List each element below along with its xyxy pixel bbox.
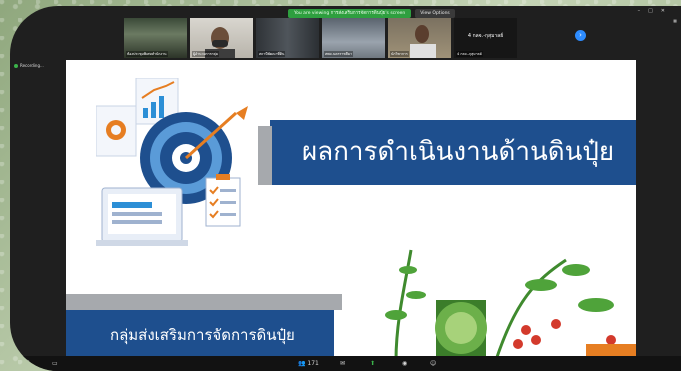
recording-label: Recording... [20,63,44,68]
participant-name-large: 4 กลจ.-กุสุมาลย์ [467,33,504,39]
participant-tile[interactable]: ห้องประชุมพิเศษสำนักงาน [124,18,187,58]
slide-title: ผลการดำเนินงานด้านดินปุ๋ย [302,137,615,167]
participant-name: นักวิชาการ [390,51,409,57]
title-banner-shadow [258,126,272,185]
participant-name: สพด.นครราชสีมา [324,51,354,57]
zoom-window: You are viewing การส่งเสริมการจัดการดินป… [10,6,681,371]
participant-tile[interactable]: นักวิชาการ [388,18,451,58]
gallery-view-button[interactable]: ▦ [673,18,677,23]
target-illustration-icon [96,78,248,246]
participants-count: 171 [307,360,319,367]
recording-indicator: Recording... [14,63,44,68]
viewing-indicator: You are viewing การส่งเสริมการจัดการดินป… [288,9,412,18]
video-camera-icon[interactable]: ▭ [52,360,58,367]
participants-icon: 👥 [298,360,306,367]
screen-share-banner: You are viewing การส่งเสริมการจัดการดินป… [288,9,455,18]
maximize-icon[interactable]: □ [648,8,653,14]
participant-name: 4 กลจ.-กุสุมาลย์ [456,51,483,57]
participants-button[interactable]: 👥 171 [298,360,319,367]
close-icon[interactable]: ✕ [661,8,665,14]
subtitle-banner-shadow [66,294,342,310]
participant-tile[interactable]: 4 กลจ.-กุสุมาลย์ 4 กลจ.-กุสุมาลย์ [454,18,517,58]
minimize-icon[interactable]: – [638,8,641,14]
microphone-icon[interactable]: 🎙 [24,360,32,367]
window-controls: – □ ✕ [638,8,665,14]
participant-name: สถานีพัฒนาที่ดิน [258,51,286,57]
slide-subtitle-banner: กลุ่มส่งเสริมการจัดการดินปุ๋ย [66,310,334,360]
chat-icon[interactable]: ✉ [340,360,345,367]
record-icon[interactable]: ◉ [402,360,407,367]
vegetables-illustration-icon [385,249,636,360]
participant-strip: ห้องประชุมพิเศษสำนักงาน ผู้อำนวยการกลุ่ม… [124,18,517,58]
participant-tile[interactable]: ผู้อำนวยการกลุ่ม [190,18,253,58]
shared-slide: ผลการดำเนินงานด้านดินปุ๋ย กลุ่มส่งเสริมก… [66,60,636,360]
next-participants-button[interactable]: › [575,30,586,41]
reactions-icon[interactable]: ☺ [430,360,436,367]
participant-tile[interactable]: สพด.นครราชสีมา [322,18,385,58]
share-screen-icon[interactable]: ⬆ [370,360,375,367]
slide-subtitle: กลุ่มส่งเสริมการจัดการดินปุ๋ย [110,326,295,344]
participant-name: ผู้อำนวยการกลุ่ม [192,51,220,57]
slide-title-banner: ผลการดำเนินงานด้านดินปุ๋ย [258,120,636,185]
participant-name: ห้องประชุมพิเศษสำนักงาน [126,51,168,57]
recording-dot-icon [14,63,18,68]
participant-tile[interactable]: สถานีพัฒนาที่ดิน [256,18,319,58]
meeting-toolbar: 🎙 ▭ 👥 171 ✉ ⬆ ◉ ☺ [10,356,681,371]
view-options-button[interactable]: View Options [415,9,455,18]
